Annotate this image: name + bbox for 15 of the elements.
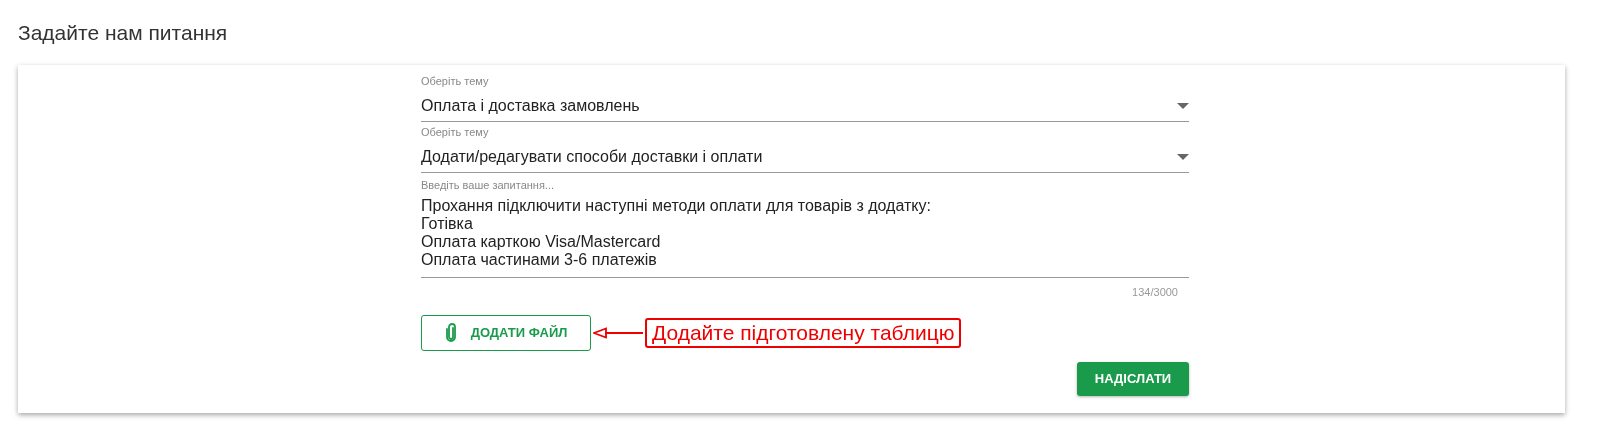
select-field[interactable]: Оплата і доставка замовлень bbox=[421, 90, 1189, 122]
paperclip-icon bbox=[444, 323, 457, 343]
submit-button[interactable]: НАДІСЛАТИ bbox=[1077, 362, 1189, 396]
select-label: Оберіть тему bbox=[421, 75, 489, 88]
select-label: Оберіть тему bbox=[421, 126, 489, 139]
dropdown-caret-icon bbox=[1177, 153, 1189, 160]
annotation-arrow bbox=[593, 327, 643, 339]
add-file-button[interactable]: ДОДАТИ ФАЙЛ bbox=[421, 315, 591, 351]
select-field[interactable]: Додати/редагувати способи доставки і оплати bbox=[421, 141, 1189, 173]
question-label: Введіть ваше запитання... bbox=[421, 179, 555, 192]
question-field[interactable]: Прохання підключити наступні методи оплати для товарів з додатку: Готівка Оплата карткою Visa/Mastercard Оплата частинами 3-6 платежів bbox=[421, 197, 1189, 278]
character-counter: 134/3000 bbox=[1132, 286, 1178, 299]
dropdown-caret-icon bbox=[1177, 102, 1189, 109]
page-title: Задайте нам питання bbox=[17, 20, 229, 46]
annotation-callout: Додайте підготовлену таблицю bbox=[645, 318, 962, 348]
